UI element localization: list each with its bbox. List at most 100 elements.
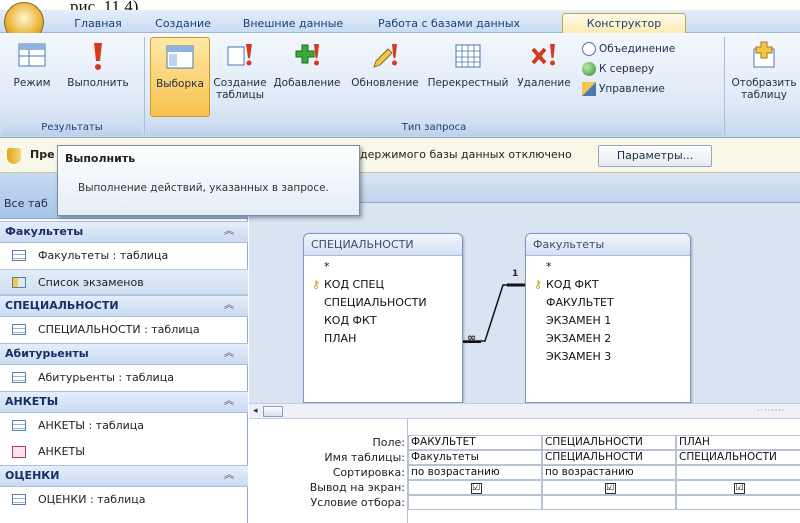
nav-item-specialties-table[interactable]: СПЕЦИАЛЬНОСТИ : таблица	[0, 317, 248, 343]
field-list-title: СПЕЦИАЛЬНОСТИ	[304, 234, 462, 256]
nav-group-specialties[interactable]: СПЕЦИАЛЬНОСТИ ︽	[0, 295, 248, 317]
message-bar-text: держимого базы данных отключено	[360, 148, 572, 161]
field-exam-2[interactable]: ЭКЗАМЕН 2	[526, 330, 690, 348]
nav-group-label: ОЦЕНКИ	[5, 469, 60, 482]
nav-item-label: ОЦЕНКИ : таблица	[38, 493, 146, 506]
nav-item-label: СПЕЦИАЛЬНОСТИ : таблица	[38, 323, 200, 336]
manage-button[interactable]: Управление	[582, 79, 722, 99]
table-icon	[12, 494, 26, 505]
grid-cell-table[interactable]: Факультеты	[408, 450, 542, 465]
field-all[interactable]: *	[526, 258, 690, 276]
splitter-grip-icon[interactable]: ········	[757, 406, 785, 415]
nav-item-exam-list-query[interactable]: Список экзаменов	[0, 269, 248, 295]
field-exam-3[interactable]: ЭКЗАМЕН 3	[526, 348, 690, 366]
nav-pane-title: Все таб	[4, 197, 48, 210]
tooltip-text: Выполнение действий, указанных в запросе…	[78, 182, 329, 194]
tab-design[interactable]: Конструктор	[562, 13, 686, 34]
make-table-label: Создание	[213, 77, 267, 89]
globe-icon	[582, 62, 596, 76]
scroll-thumb[interactable]	[263, 406, 283, 417]
row-label-show: Вывод на экран:	[309, 481, 405, 494]
table-icon	[12, 250, 26, 261]
field-exam-1[interactable]: ЭКЗАМЕН 1	[526, 312, 690, 330]
mode-button-label: Режим	[13, 77, 51, 89]
grid-cell-criteria[interactable]	[408, 495, 542, 510]
nav-group-questionnaires[interactable]: АНКЕТЫ ︽	[0, 391, 248, 413]
show-table-button[interactable]: Отобразить таблицу	[728, 37, 800, 117]
update-query-button[interactable]: Обновление	[346, 37, 424, 117]
grid-cell-sort[interactable]	[676, 465, 800, 480]
to-server-button[interactable]: К серверу	[582, 59, 722, 79]
nav-item-grades-table[interactable]: ОЦЕНКИ : таблица	[0, 487, 248, 513]
mode-button[interactable]: Режим	[2, 37, 62, 117]
append-query-button[interactable]: Добавление	[268, 37, 346, 117]
delete-x-icon	[531, 44, 555, 66]
options-button[interactable]: Параметры...	[598, 145, 712, 167]
delete-query-label: Удаление	[517, 77, 571, 89]
grid-cell-show[interactable]: ☑	[408, 480, 542, 495]
results-group-label: Результаты	[2, 120, 142, 136]
query-icon	[12, 277, 26, 288]
tab-home[interactable]: Главная	[68, 16, 128, 33]
manage-pencil-icon	[582, 82, 596, 96]
nav-group-faculties[interactable]: Факультеты ︽	[0, 221, 248, 243]
nav-group-applicants[interactable]: Абитурьенты ︽	[0, 343, 248, 365]
field-specialty[interactable]: СПЕЦИАЛЬНОСТИ	[304, 294, 462, 312]
tab-external-data[interactable]: Внешние данные	[238, 16, 348, 33]
field-fac-code[interactable]: ⚷ КОД ФКТ	[526, 276, 690, 294]
nav-item-label: Список экзаменов	[38, 276, 144, 289]
field-all[interactable]: *	[304, 258, 462, 276]
nav-item-questionnaires-form[interactable]: АНКЕТЫ	[0, 439, 248, 465]
crosstab-query-button[interactable]: Перекрестный	[424, 37, 512, 117]
field-fac-code[interactable]: КОД ФКТ	[304, 312, 462, 330]
grid-cell-table[interactable]: СПЕЦИАЛЬНОСТИ	[676, 450, 800, 465]
make-table-label-2: таблицы	[216, 89, 264, 101]
delete-query-button[interactable]: Удаление	[512, 37, 576, 117]
union-query-button[interactable]: Объединение	[582, 39, 722, 59]
tab-database-tools[interactable]: Работа с базами данных	[364, 16, 534, 33]
field-plan[interactable]: ПЛАН	[304, 330, 462, 348]
table-icon	[12, 372, 26, 383]
grid-cell-show[interactable]: ☑	[542, 480, 676, 495]
checkbox-checked[interactable]: ☑	[470, 483, 482, 494]
grid-cell-show[interactable]: ☑	[676, 480, 800, 495]
scroll-left-arrow-icon[interactable]: ◂	[253, 406, 258, 416]
shield-icon	[7, 148, 21, 164]
field-list-faculties[interactable]: Факультеты * ⚷ КОД ФКТ ФАКУЛЬТЕТ ЭКЗАМЕН …	[525, 233, 691, 403]
grid-cell-criteria[interactable]	[542, 495, 676, 510]
show-table-label-2: таблицу	[741, 89, 787, 101]
nav-item-questionnaires-table[interactable]: АНКЕТЫ : таблица	[0, 413, 248, 439]
grid-cell-field[interactable]: СПЕЦИАЛЬНОСТИ	[542, 435, 676, 450]
make-table-button[interactable]: Создание таблицы	[212, 37, 268, 117]
union-circles-icon	[582, 42, 596, 56]
field-spec-code[interactable]: ⚷ КОД СПЕЦ	[304, 276, 462, 294]
grid-cell-sort[interactable]: по возрастанию	[542, 465, 676, 480]
chevron-up-icon: ︽	[224, 396, 234, 407]
nav-group-grades[interactable]: ОЦЕНКИ ︽	[0, 465, 248, 487]
grid-cell-table[interactable]: СПЕЦИАЛЬНОСТИ	[542, 450, 676, 465]
nav-item-label: АНКЕТЫ : таблица	[38, 419, 145, 432]
checkbox-checked[interactable]: ☑	[604, 483, 616, 494]
nav-item-faculties-table[interactable]: Факультеты : таблица	[0, 243, 248, 269]
nav-item-label: Абитурьенты : таблица	[38, 371, 174, 384]
select-query-button[interactable]: Выборка	[150, 37, 210, 117]
tab-create[interactable]: Создание	[148, 16, 218, 33]
query-design-window: СПЕЦИАЛЬНОСТИ * ⚷ КОД СПЕЦ СПЕЦИАЛЬНОСТИ …	[249, 173, 800, 523]
row-label-table: Имя таблицы:	[324, 451, 405, 464]
field-list-specialties[interactable]: СПЕЦИАЛЬНОСТИ * ⚷ КОД СПЕЦ СПЕЦИАЛЬНОСТИ …	[303, 233, 463, 403]
field-faculty[interactable]: ФАКУЛЬТЕТ	[526, 294, 690, 312]
grid-cell-sort[interactable]: по возрастанию	[408, 465, 542, 480]
to-server-label: К серверу	[599, 63, 655, 75]
horizontal-scrollbar[interactable]: ◂ ········	[249, 403, 800, 419]
query-type-small-buttons: Объединение К серверу Управление	[582, 39, 722, 99]
nav-item-applicants-table[interactable]: Абитурьенты : таблица	[0, 365, 248, 391]
checkbox-checked[interactable]: ☑	[734, 483, 745, 494]
row-label-sort: Сортировка:	[332, 466, 405, 479]
grid-cell-field[interactable]: ФАКУЛЬТЕТ	[408, 435, 542, 450]
run-button[interactable]: Выполнить	[62, 37, 134, 117]
grid-cell-criteria[interactable]	[676, 495, 800, 510]
chevron-up-icon: ︽	[224, 300, 234, 311]
table-icon	[12, 420, 26, 431]
grid-cell-field[interactable]: ПЛАН	[676, 435, 800, 450]
table-pane: СПЕЦИАЛЬНОСТИ * ⚷ КОД СПЕЦ СПЕЦИАЛЬНОСТИ …	[249, 203, 800, 403]
